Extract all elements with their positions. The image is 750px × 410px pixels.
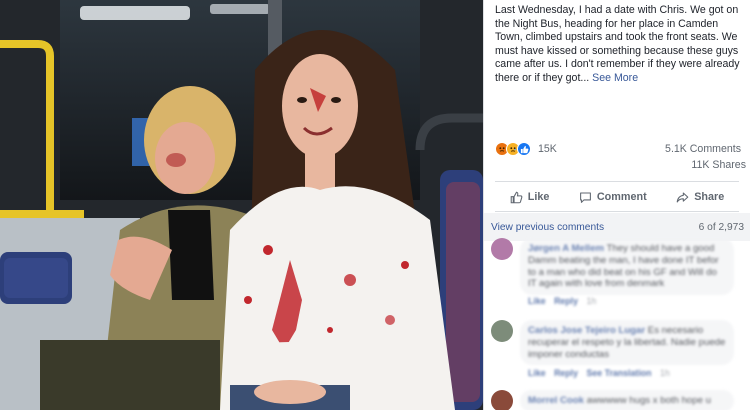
share-arrow-icon xyxy=(676,192,689,202)
like-thumb-icon xyxy=(517,142,531,156)
avatar[interactable] xyxy=(491,320,513,342)
comment-text: awwwww hugs x both hope u xyxy=(586,395,711,406)
comment-like-link[interactable]: Like xyxy=(528,296,546,306)
comment-author[interactable]: Morrel Cook xyxy=(528,395,584,406)
comment-bubble-icon xyxy=(579,192,591,203)
comment-bubble: Morrel Cook awwwww hugs x both hope u xyxy=(520,390,734,410)
comment-meta: Like Reply See Translation 1h xyxy=(528,368,670,378)
comment-reply-link[interactable]: Reply xyxy=(554,368,578,378)
post-panel: Last Wednesday, I had a date with Chris.… xyxy=(483,0,750,410)
comment-time: 1h xyxy=(586,296,597,306)
comment-like-link[interactable]: Like xyxy=(528,368,546,378)
post-body: Last Wednesday, I had a date with Chris.… xyxy=(495,4,745,86)
comment-button[interactable]: Comment xyxy=(579,191,647,204)
see-more-link[interactable]: See More xyxy=(592,72,638,84)
comments-count[interactable]: 5.1K Comments xyxy=(665,143,741,155)
reactions-count: 15K xyxy=(538,143,557,155)
comments-counter: 6 of 2,973 xyxy=(698,222,744,233)
share-button[interactable]: Share xyxy=(676,191,724,204)
like-button[interactable]: Like xyxy=(510,191,550,204)
avatar[interactable] xyxy=(491,390,513,410)
thumbs-up-icon xyxy=(510,191,523,203)
comment-reply-link[interactable]: Reply xyxy=(554,296,578,306)
view-previous-comments-link[interactable]: View previous comments xyxy=(491,222,604,233)
post-photo[interactable] xyxy=(0,0,483,410)
comment-bubble: Jørgen A Mellem They should have a good … xyxy=(520,238,734,296)
comment-author[interactable]: Carlos Jose Tejeiro Lugar xyxy=(528,325,645,336)
avatar[interactable] xyxy=(491,238,513,260)
comment-label: Comment xyxy=(596,191,647,203)
divider xyxy=(495,181,739,182)
comments-header: View previous comments 6 of 2,973 xyxy=(484,213,750,241)
post-actions: Like Comment Share xyxy=(495,186,739,208)
comment-translate-link[interactable]: See Translation xyxy=(586,368,651,378)
comment-meta: Like Reply 1h xyxy=(528,296,596,306)
comment-bubble: Carlos Jose Tejeiro Lugar Es necesario r… xyxy=(520,320,734,366)
like-label: Like xyxy=(527,191,550,203)
comment-time: 1h xyxy=(659,368,670,378)
divider xyxy=(495,211,739,212)
share-label: Share xyxy=(694,191,725,203)
reaction-icons xyxy=(495,142,531,156)
photo-illustration xyxy=(0,0,483,410)
comment-author[interactable]: Jørgen A Mellem xyxy=(528,243,604,254)
shares-count[interactable]: 11K Shares xyxy=(691,159,746,171)
reactions-summary[interactable]: 15K 5.1K Comments xyxy=(495,142,745,158)
